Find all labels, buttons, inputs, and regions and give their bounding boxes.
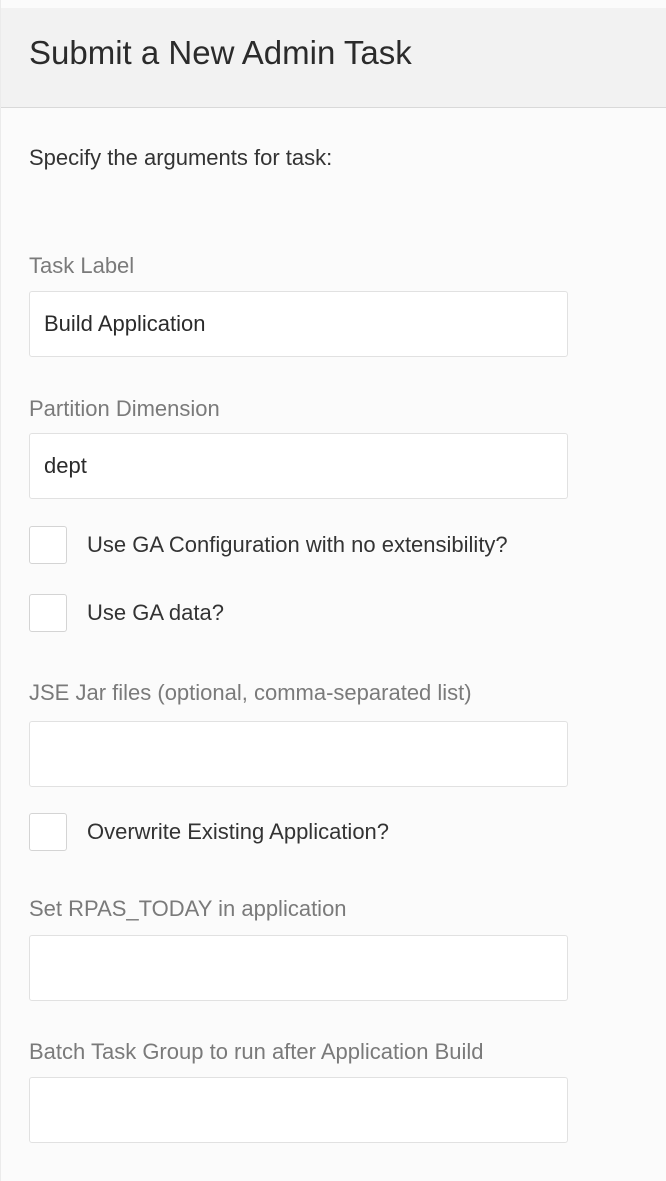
overwrite-existing-checkbox[interactable] [29, 813, 67, 851]
admin-task-panel: Submit a New Admin Task Specify the argu… [0, 0, 666, 1181]
batch-task-group-label: Batch Task Group to run after Applicatio… [29, 1039, 484, 1064]
overwrite-existing-label: Overwrite Existing Application? [87, 819, 390, 844]
jse-jar-files-label: JSE Jar files (optional, comma-separated… [29, 680, 472, 705]
overwrite-existing-option[interactable]: Overwrite Existing Application? [29, 812, 389, 852]
task-label-label: Task Label [29, 253, 135, 278]
ga-data-option[interactable]: Use GA data? [29, 593, 224, 633]
ga-configuration-checkbox[interactable] [29, 526, 67, 564]
ga-data-checkbox[interactable] [29, 594, 67, 632]
instructions-text: Specify the arguments for task: [29, 145, 333, 170]
task-label-input[interactable] [29, 291, 568, 357]
partition-dimension-label: Partition Dimension [29, 396, 220, 421]
ga-data-label: Use GA data? [87, 600, 224, 625]
page-title: Submit a New Admin Task [29, 34, 412, 71]
rpas-today-input[interactable] [29, 935, 568, 1001]
jse-jar-files-input[interactable] [29, 721, 568, 787]
panel-header: Submit a New Admin Task [1, 8, 666, 108]
ga-configuration-label: Use GA Configuration with no extensibili… [87, 532, 508, 557]
rpas-today-label: Set RPAS_TODAY in application [29, 896, 347, 921]
batch-task-group-input[interactable] [29, 1077, 568, 1143]
partition-dimension-input[interactable] [29, 433, 568, 499]
ga-configuration-option[interactable]: Use GA Configuration with no extensibili… [29, 525, 508, 565]
